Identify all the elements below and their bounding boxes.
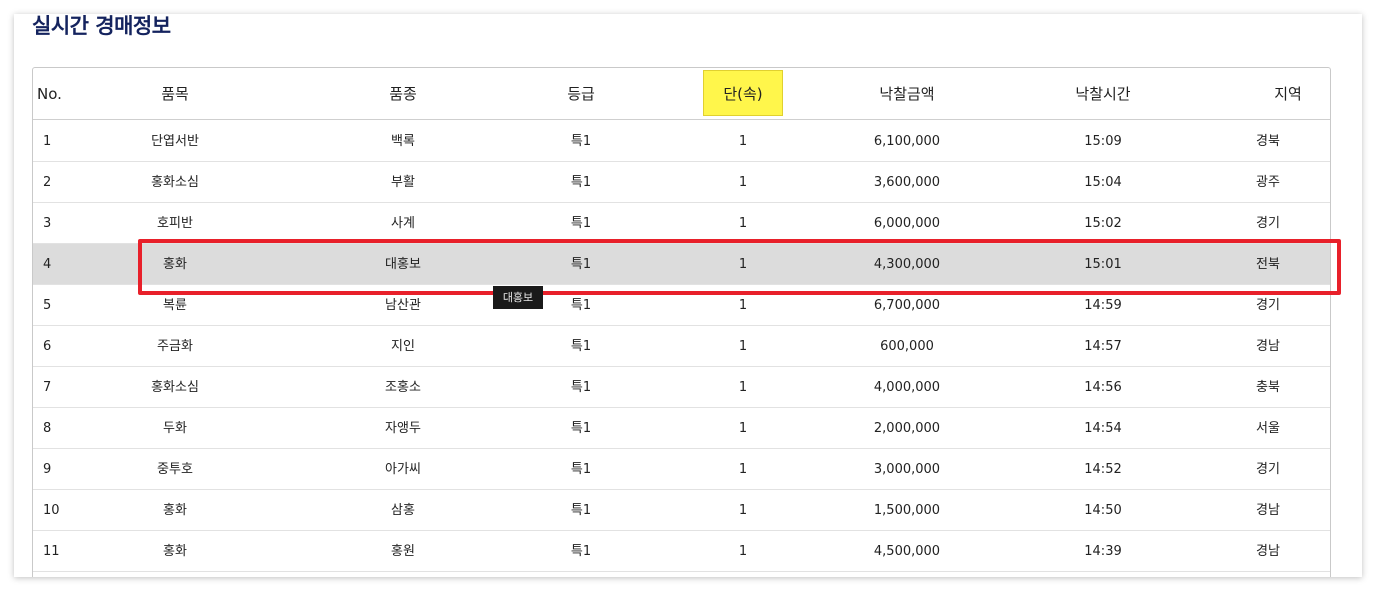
cell-item: 단엽서반 (151, 134, 199, 149)
table-row[interactable]: 2 홍화소심 부활 특1 1 3,600,000 15:04 광주 (33, 162, 1330, 203)
cell-item: 홍화소심 (151, 380, 199, 395)
cell-variety: 백록 (391, 134, 415, 149)
cell-item: 홍화 (163, 503, 187, 518)
cell-variety: 지인 (391, 339, 415, 354)
cell-price: 4,000,000 (873, 380, 941, 395)
cell-region: 경북 (1256, 134, 1280, 149)
cell-grade: 특1 (570, 216, 592, 231)
cell-no: 8 (43, 421, 52, 436)
cell-grade: 특1 (570, 544, 592, 559)
table-row[interactable]: 3 호피반 사계 특1 1 6,000,000 15:02 경기 (33, 203, 1330, 244)
table-row[interactable]: 7 홍화소심 조홍소 특1 1 4,000,000 14:56 충북 (33, 367, 1330, 408)
cell-price: 2,000,000 (873, 421, 941, 436)
selection-highlight-box (138, 239, 1341, 295)
cell-region: 경남 (1256, 503, 1280, 518)
cell-no: 3 (43, 216, 52, 231)
header-grade: 등급 (567, 85, 595, 103)
header-unit: 단(속) (723, 85, 763, 103)
cell-time: 15:02 (1084, 216, 1122, 231)
auction-panel: 실시간 경매정보 No. 품목 품종 등급 단(속) 낙찰금액 낙찰시간 지역 … (14, 14, 1362, 577)
cell-variety: 부활 (391, 175, 415, 190)
cell-item: 홍화 (163, 544, 187, 559)
cell-time: 15:04 (1084, 175, 1122, 190)
cell-price: 600,000 (880, 339, 934, 354)
table-row[interactable]: 6 주금화 지인 특1 1 600,000 14:57 경남 (33, 326, 1330, 367)
auction-table: No. 품목 품종 등급 단(속) 낙찰금액 낙찰시간 지역 1 단엽서반 백록 특1… (32, 67, 1331, 577)
table-row[interactable]: 10 홍화 삼홍 특1 1 1,500,000 14:50 경남 (33, 490, 1330, 531)
cell-grade: 특1 (570, 503, 592, 518)
cell-item: 주금화 (157, 339, 193, 354)
cell-unit: 1 (738, 216, 748, 231)
cell-unit: 1 (738, 462, 748, 477)
cell-unit: 1 (738, 544, 748, 559)
cell-time: 14:39 (1084, 544, 1122, 559)
cell-variety: 삼홍 (391, 503, 415, 518)
table-header: No. 품목 품종 등급 단(속) 낙찰금액 낙찰시간 지역 (33, 68, 1330, 120)
cell-time: 14:56 (1084, 380, 1122, 395)
cell-item: 호피반 (157, 216, 193, 231)
cell-no: 4 (43, 257, 52, 272)
cell-unit: 1 (738, 503, 748, 518)
cell-unit: 1 (738, 421, 748, 436)
cell-grade: 특1 (570, 175, 592, 190)
cell-region: 경기 (1256, 216, 1280, 231)
cell-grade: 특1 (570, 339, 592, 354)
header-no: No. (37, 85, 62, 103)
cell-price: 3,600,000 (873, 175, 941, 190)
cell-no: 9 (43, 462, 52, 477)
header-time: 낙찰시간 (1075, 85, 1131, 103)
cell-unit: 1 (738, 339, 748, 354)
cell-variety: 홍원 (391, 544, 415, 559)
cell-grade: 특1 (570, 380, 592, 395)
cell-unit: 1 (738, 380, 748, 395)
cell-no: 10 (43, 503, 60, 518)
cell-region: 경기 (1256, 462, 1280, 477)
cell-price: 6,000,000 (873, 216, 941, 231)
table-row[interactable]: 8 두화 자앵두 특1 1 2,000,000 14:54 서울 (33, 408, 1330, 449)
cell-unit: 1 (738, 175, 748, 190)
cell-unit: 1 (738, 134, 748, 149)
header-variety: 품종 (389, 85, 417, 103)
cell-time: 14:57 (1084, 339, 1122, 354)
table-row[interactable]: 11 홍화 홍원 특1 1 4,500,000 14:39 경남 (33, 531, 1330, 572)
cell-time: 14:54 (1084, 421, 1122, 436)
cell-region: 서울 (1256, 421, 1280, 436)
cell-time: 14:52 (1084, 462, 1122, 477)
header-item: 품목 (161, 85, 189, 103)
cell-grade: 특1 (570, 421, 592, 436)
header-region: 지역 (1274, 85, 1302, 103)
cell-no: 2 (43, 175, 52, 190)
cell-no: 1 (43, 134, 52, 149)
cell-price: 1,500,000 (873, 503, 941, 518)
cell-variety: 조홍소 (385, 380, 421, 395)
cell-item: 두화 (163, 421, 187, 436)
header-price: 낙찰금액 (879, 85, 935, 103)
cell-variety: 아가씨 (385, 462, 421, 477)
cell-variety: 자앵두 (385, 421, 421, 436)
cell-variety: 사계 (391, 216, 415, 231)
cell-time: 14:50 (1084, 503, 1122, 518)
cell-price: 6,100,000 (873, 134, 941, 149)
cell-price: 3,000,000 (873, 462, 941, 477)
cell-region: 충북 (1256, 380, 1280, 395)
cell-price: 4,500,000 (873, 544, 941, 559)
cell-no: 11 (43, 544, 60, 559)
page-title: 실시간 경매정보 (32, 14, 171, 38)
cell-grade: 특1 (570, 462, 592, 477)
cell-item: 홍화소심 (151, 175, 199, 190)
cell-region: 광주 (1256, 175, 1280, 190)
cell-grade: 특1 (570, 134, 592, 149)
cell-no: 6 (43, 339, 52, 354)
cell-item: 중투호 (157, 462, 193, 477)
cell-region: 경남 (1256, 339, 1280, 354)
cell-no: 5 (43, 298, 52, 313)
tooltip: 대홍보 (493, 286, 543, 309)
cell-time: 15:09 (1084, 134, 1122, 149)
cell-region: 경남 (1256, 544, 1280, 559)
cell-no: 7 (43, 380, 52, 395)
table-row[interactable]: 1 단엽서반 백록 특1 1 6,100,000 15:09 경북 (33, 121, 1330, 162)
table-row[interactable]: 9 중투호 아가씨 특1 1 3,000,000 14:52 경기 (33, 449, 1330, 490)
